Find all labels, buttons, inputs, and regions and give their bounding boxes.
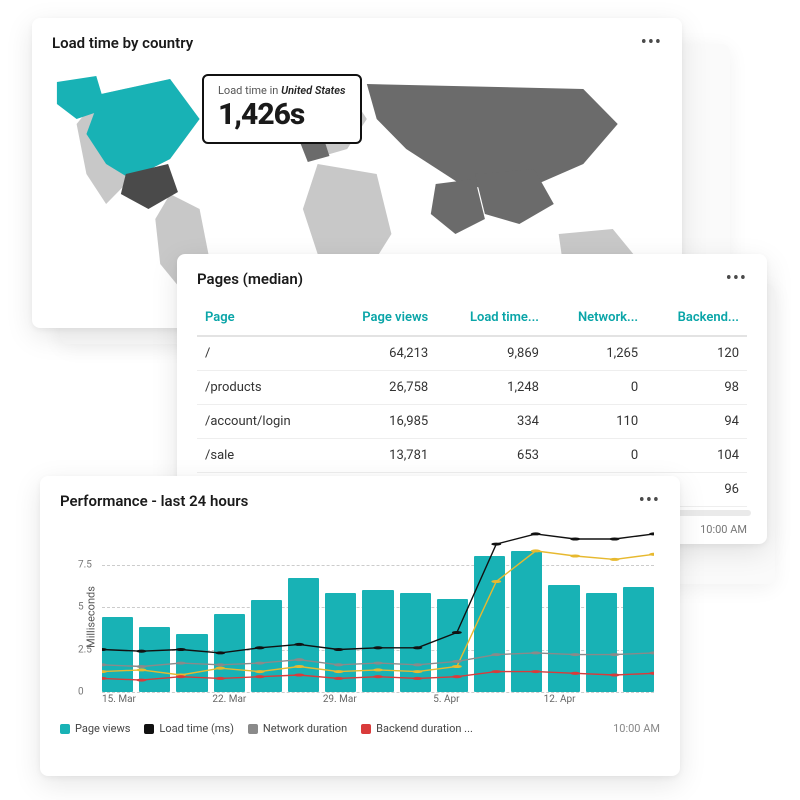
tooltip-label: Load time in United States xyxy=(218,84,346,97)
col-page[interactable]: Page xyxy=(197,300,329,336)
map-tooltip: Load time in United States 1,426s xyxy=(202,74,362,144)
table-row[interactable]: /sale13,7816530104 xyxy=(197,439,747,473)
tooltip-value: 1,426s xyxy=(218,97,346,132)
legend-loadtime: Load time (ms) xyxy=(144,722,234,735)
col-pageviews[interactable]: Page views xyxy=(329,300,436,336)
legend-backend: Backend duration ... xyxy=(361,722,473,735)
col-loadtime[interactable]: Load time... xyxy=(436,300,547,336)
legend-pageviews: Page views xyxy=(60,722,130,735)
performance-chart-card: Performance - last 24 hours ••• Millisec… xyxy=(40,476,680,776)
table-card-title: Pages (median) xyxy=(197,270,303,288)
table-row[interactable]: /account/login16,98533411094 xyxy=(197,405,747,439)
legend-network: Network duration xyxy=(248,722,347,735)
chart-card-title: Performance - last 24 hours xyxy=(60,492,248,510)
chart-ylabel: Milliseconds xyxy=(84,586,97,648)
chart-legend: Page views Load time (ms) Network durati… xyxy=(60,722,660,735)
more-icon[interactable]: ••• xyxy=(641,34,662,52)
map-card-title: Load time by country xyxy=(52,34,193,52)
more-icon[interactable]: ••• xyxy=(726,270,747,288)
table-row[interactable]: /products26,7581,248098 xyxy=(197,371,747,405)
col-backend[interactable]: Backend... xyxy=(646,300,747,336)
chart-plot-area[interactable]: Milliseconds 02.557.5 15. Mar22. Mar29. … xyxy=(60,522,660,712)
table-footer-time: 10:00 AM xyxy=(700,523,747,536)
col-network[interactable]: Network... xyxy=(547,300,646,336)
more-icon[interactable]: ••• xyxy=(639,492,660,510)
chart-footer-time: 10:00 AM xyxy=(613,722,660,735)
table-row[interactable]: /64,2139,8691,265120 xyxy=(197,336,747,371)
